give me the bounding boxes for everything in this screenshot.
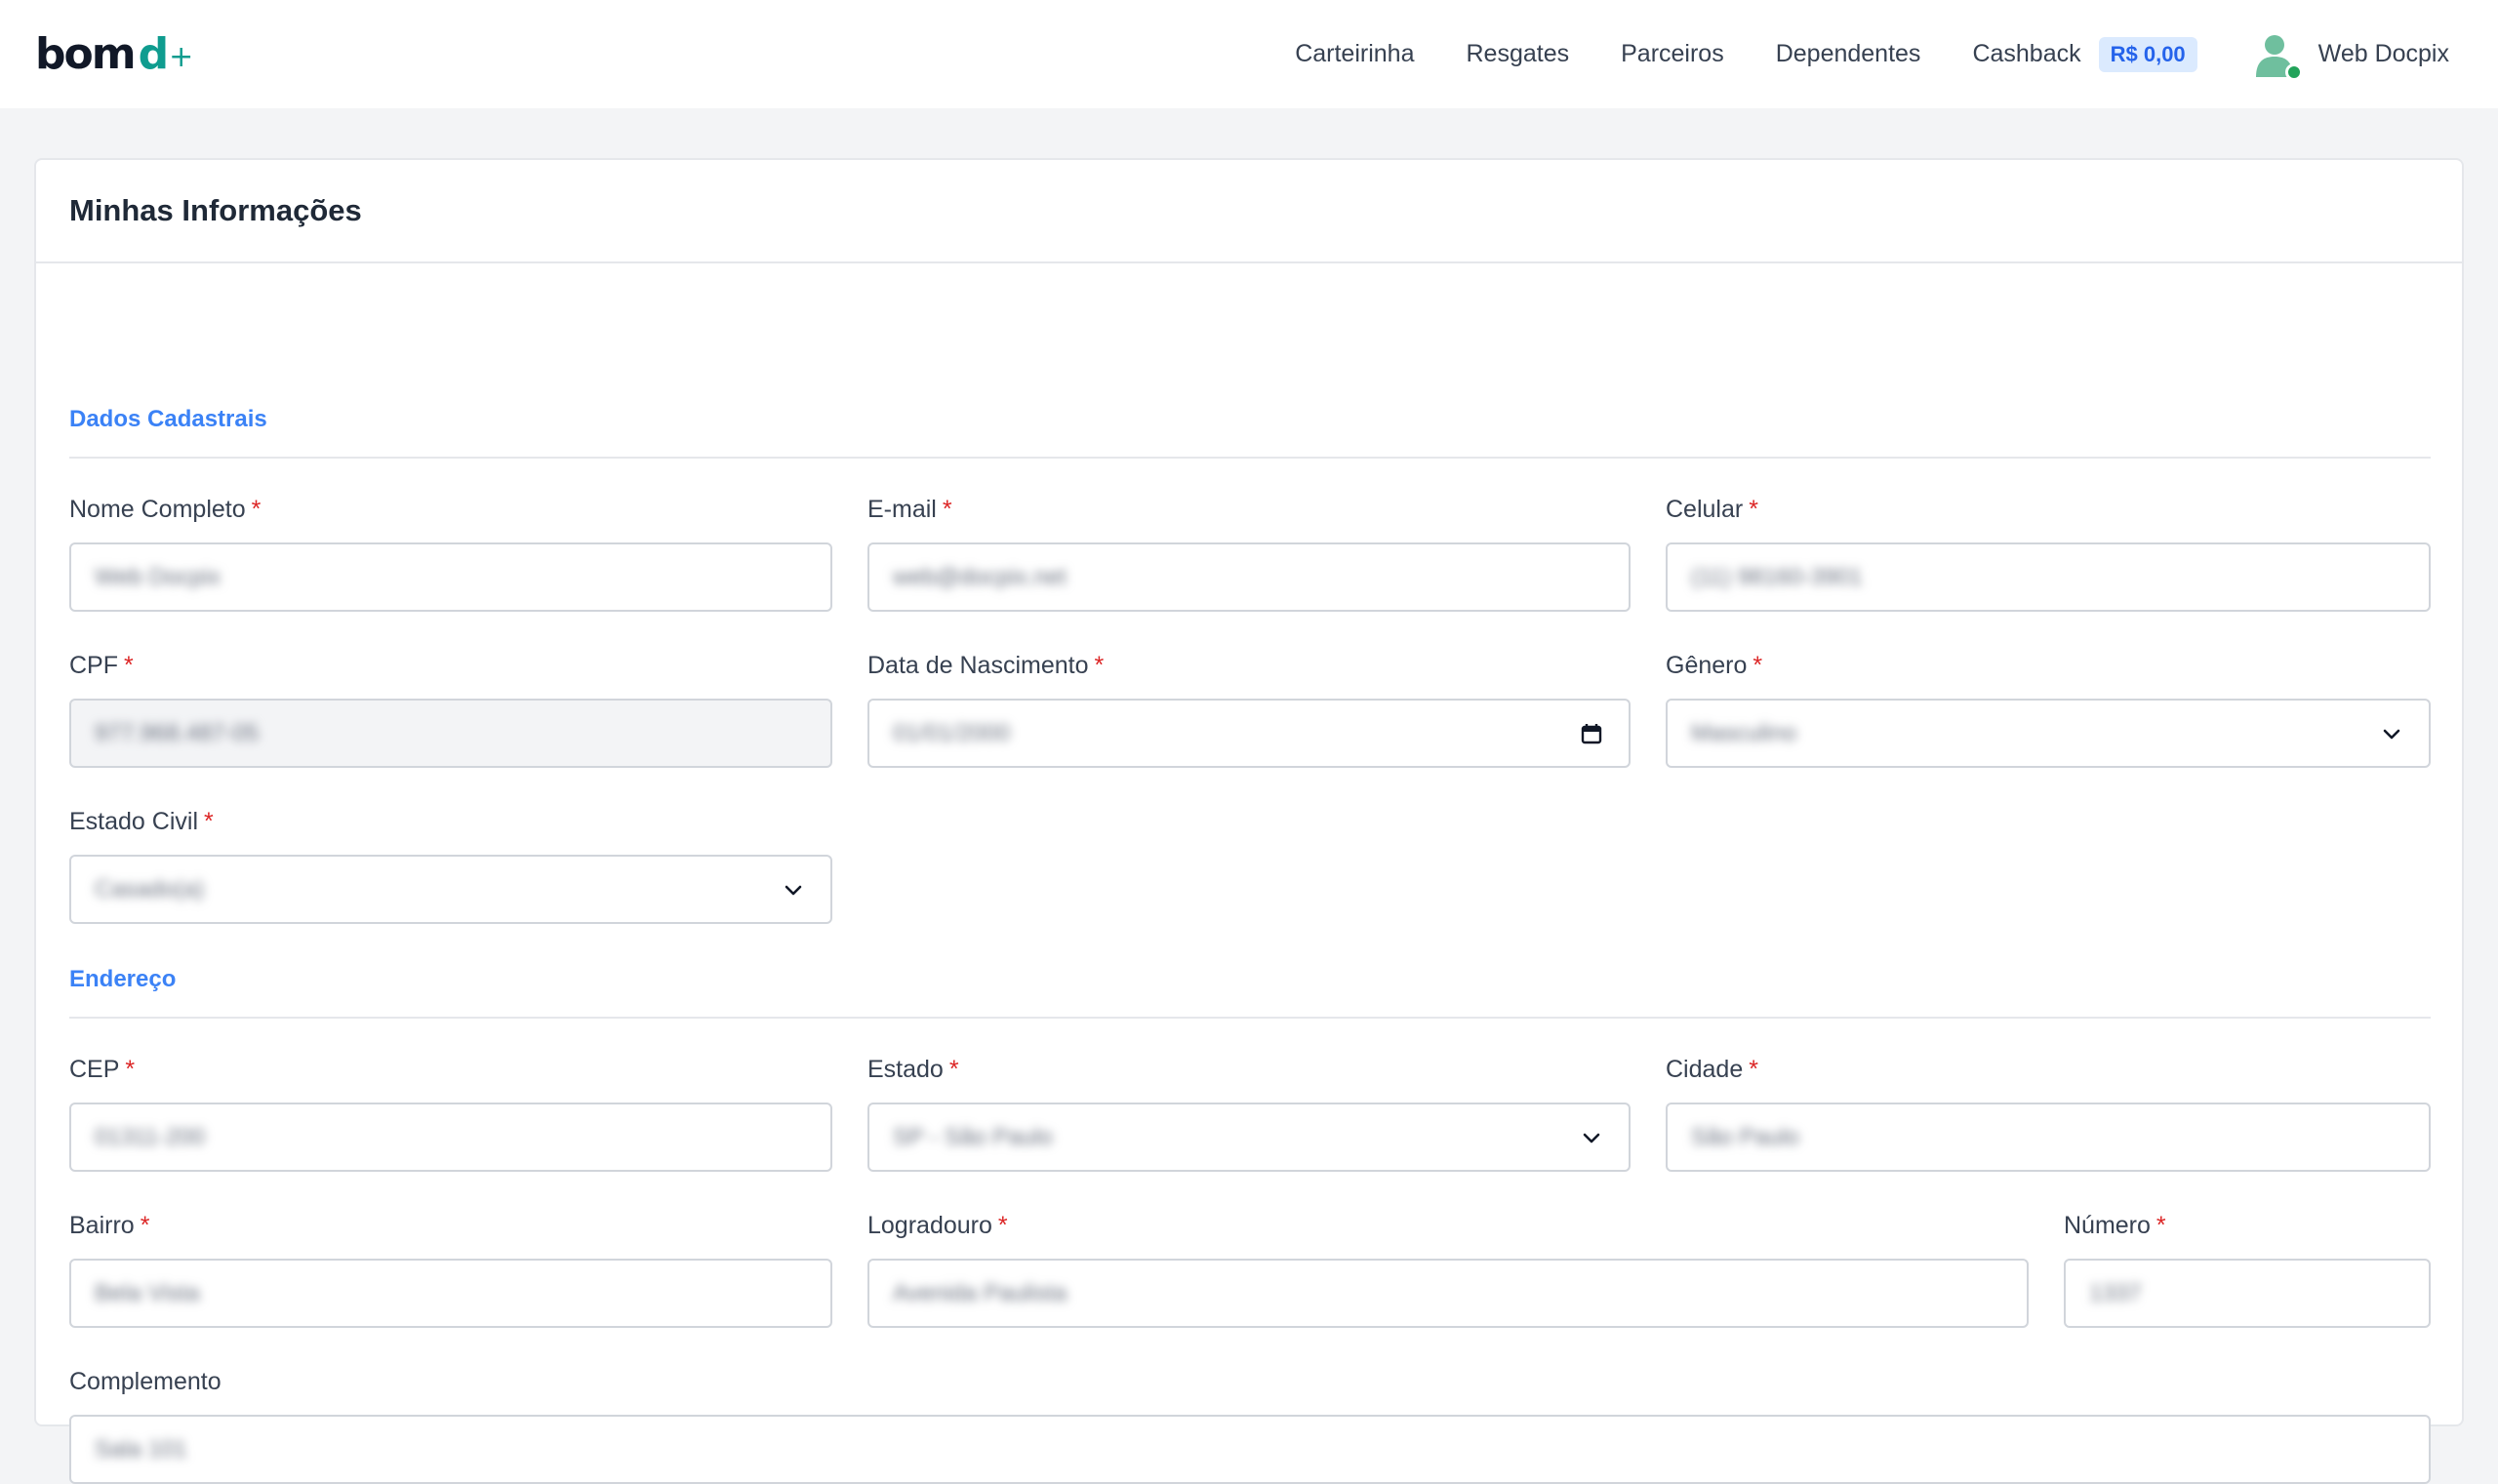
user-avatar-icon — [2249, 27, 2303, 81]
required-marker: * — [140, 1212, 150, 1239]
cep-input[interactable]: 01311-200 — [69, 1103, 832, 1172]
bairro-input[interactable]: Bela Vista — [69, 1259, 832, 1328]
field-estado-civil: Estado Civil * Casado(a) — [69, 805, 832, 924]
complemento-input[interactable]: Sala 101 — [69, 1415, 2431, 1484]
online-status-dot — [2284, 62, 2303, 81]
field-data-nascimento: Data de Nascimento * 01/01/2000 — [867, 649, 1631, 768]
estado-civil-select[interactable]: Casado(a) — [69, 855, 832, 924]
user-name: Web Docpix — [2317, 40, 2449, 67]
user-menu[interactable]: Web Docpix — [2249, 27, 2449, 81]
required-marker: * — [124, 652, 134, 679]
field-estado: Estado * SP - São Paulo — [867, 1053, 1631, 1172]
nav-item-resgates[interactable]: Resgates — [1466, 40, 1569, 68]
nome-completo-input[interactable]: Web Docpix — [69, 542, 832, 612]
calendar-icon[interactable] — [1578, 720, 1605, 747]
section-divider — [69, 1017, 2431, 1019]
required-marker: * — [948, 1056, 959, 1083]
top-navbar: bom d + Carteirinha Resgates Parceiros D… — [0, 0, 2498, 108]
main-nav: Carteirinha Resgates Parceiros Dependent… — [1295, 0, 2498, 108]
section-title-dados-cadastrais: Dados Cadastrais — [69, 406, 267, 432]
chevron-down-icon — [1578, 1124, 1605, 1151]
section-title-endereco: Endereço — [69, 966, 177, 992]
email-value: web@docpix.net — [893, 563, 1067, 590]
field-genero: Gênero * Masculino — [1666, 649, 2431, 768]
nav-item-dependentes[interactable]: Dependentes — [1776, 40, 1921, 68]
page-title: Minhas Informações — [69, 193, 362, 227]
required-marker: * — [1749, 1056, 1758, 1083]
logradouro-value: Avenida Paulista — [893, 1279, 1068, 1306]
required-marker: * — [204, 808, 214, 835]
cashback-balance-badge[interactable]: R$ 0,00 — [2098, 36, 2197, 72]
label-data-nascimento: Data de Nascimento — [867, 652, 1089, 679]
required-marker: * — [1094, 652, 1105, 679]
label-estado: Estado — [867, 1056, 944, 1083]
required-marker: * — [2156, 1212, 2166, 1239]
section-divider — [69, 457, 2431, 459]
nav-item-cashback[interactable]: Cashback — [1972, 40, 2080, 68]
field-nome-completo: Nome Completo * Web Docpix — [69, 493, 832, 612]
estado-civil-value: Casado(a) — [95, 875, 205, 902]
cpf-value: 977.968.487-05 — [95, 719, 260, 746]
data-nascimento-input[interactable]: 01/01/2000 — [867, 699, 1631, 768]
required-marker: * — [1749, 496, 1758, 523]
estado-select[interactable]: SP - São Paulo — [867, 1103, 1631, 1172]
field-bairro: Bairro * Bela Vista — [69, 1209, 832, 1328]
cep-value: 01311-200 — [95, 1123, 205, 1150]
cidade-input[interactable]: São Paulo — [1666, 1103, 2431, 1172]
required-marker: * — [997, 1212, 1008, 1239]
field-celular: Celular * (11) 98160-3901 — [1666, 493, 2431, 612]
logo-text-main: bom — [35, 28, 137, 79]
label-logradouro: Logradouro — [867, 1212, 992, 1239]
card-header: Minhas Informações — [36, 160, 2462, 263]
field-cidade: Cidade * São Paulo — [1666, 1053, 2431, 1172]
genero-value: Masculino — [1691, 719, 1797, 746]
email-input[interactable]: web@docpix.net — [867, 542, 1631, 612]
brand-logo[interactable]: bom d + — [35, 27, 193, 80]
nav-item-carteirinha[interactable]: Carteirinha — [1295, 40, 1414, 68]
field-email: E-mail * web@docpix.net — [867, 493, 1631, 612]
required-marker: * — [251, 496, 262, 523]
logo-text-accent: d — [138, 28, 169, 79]
label-genero: Gênero — [1666, 652, 1748, 679]
cidade-value: São Paulo — [1691, 1123, 1799, 1150]
label-nome-completo: Nome Completo — [69, 496, 246, 523]
bairro-value: Bela Vista — [95, 1279, 200, 1306]
numero-value: 1337 — [2089, 1279, 2142, 1306]
label-celular: Celular — [1666, 496, 1744, 523]
field-numero: Número * 1337 — [2064, 1209, 2431, 1328]
label-cpf: CPF — [69, 652, 118, 679]
chevron-down-icon — [2378, 720, 2405, 747]
logo-plus: + — [169, 39, 193, 74]
label-numero: Número — [2064, 1212, 2151, 1239]
label-complemento: Complemento — [69, 1368, 222, 1395]
field-logradouro: Logradouro * Avenida Paulista — [867, 1209, 2029, 1328]
chevron-down-icon — [780, 876, 807, 903]
field-cpf: CPF * 977.968.487-05 — [69, 649, 832, 768]
estado-value: SP - São Paulo — [893, 1123, 1053, 1150]
numero-input[interactable]: 1337 — [2064, 1259, 2431, 1328]
profile-card: Minhas Informações Dados Cadastrais Nome… — [34, 158, 2464, 1484]
required-marker: * — [1753, 652, 1763, 679]
data-nascimento-value: 01/01/2000 — [893, 719, 1011, 746]
required-marker: * — [942, 496, 952, 523]
field-cep: CEP * 01311-200 — [69, 1053, 832, 1172]
nav-item-parceiros[interactable]: Parceiros — [1621, 40, 1724, 68]
celular-input[interactable]: (11) 98160-3901 — [1666, 542, 2431, 612]
complemento-value: Sala 101 — [95, 1435, 187, 1463]
label-cidade: Cidade — [1666, 1056, 1744, 1083]
field-complemento: Complemento Sala 101 — [69, 1365, 2431, 1484]
label-cep: CEP — [69, 1056, 120, 1083]
label-email: E-mail — [867, 496, 937, 523]
genero-select[interactable]: Masculino — [1666, 699, 2431, 768]
required-marker: * — [125, 1056, 136, 1083]
logradouro-input[interactable]: Avenida Paulista — [867, 1259, 2029, 1328]
cpf-input[interactable]: 977.968.487-05 — [69, 699, 832, 768]
label-estado-civil: Estado Civil — [69, 808, 198, 835]
nome-completo-value: Web Docpix — [95, 563, 221, 590]
celular-value: (11) 98160-3901 — [1691, 563, 1863, 590]
label-bairro: Bairro — [69, 1212, 135, 1239]
